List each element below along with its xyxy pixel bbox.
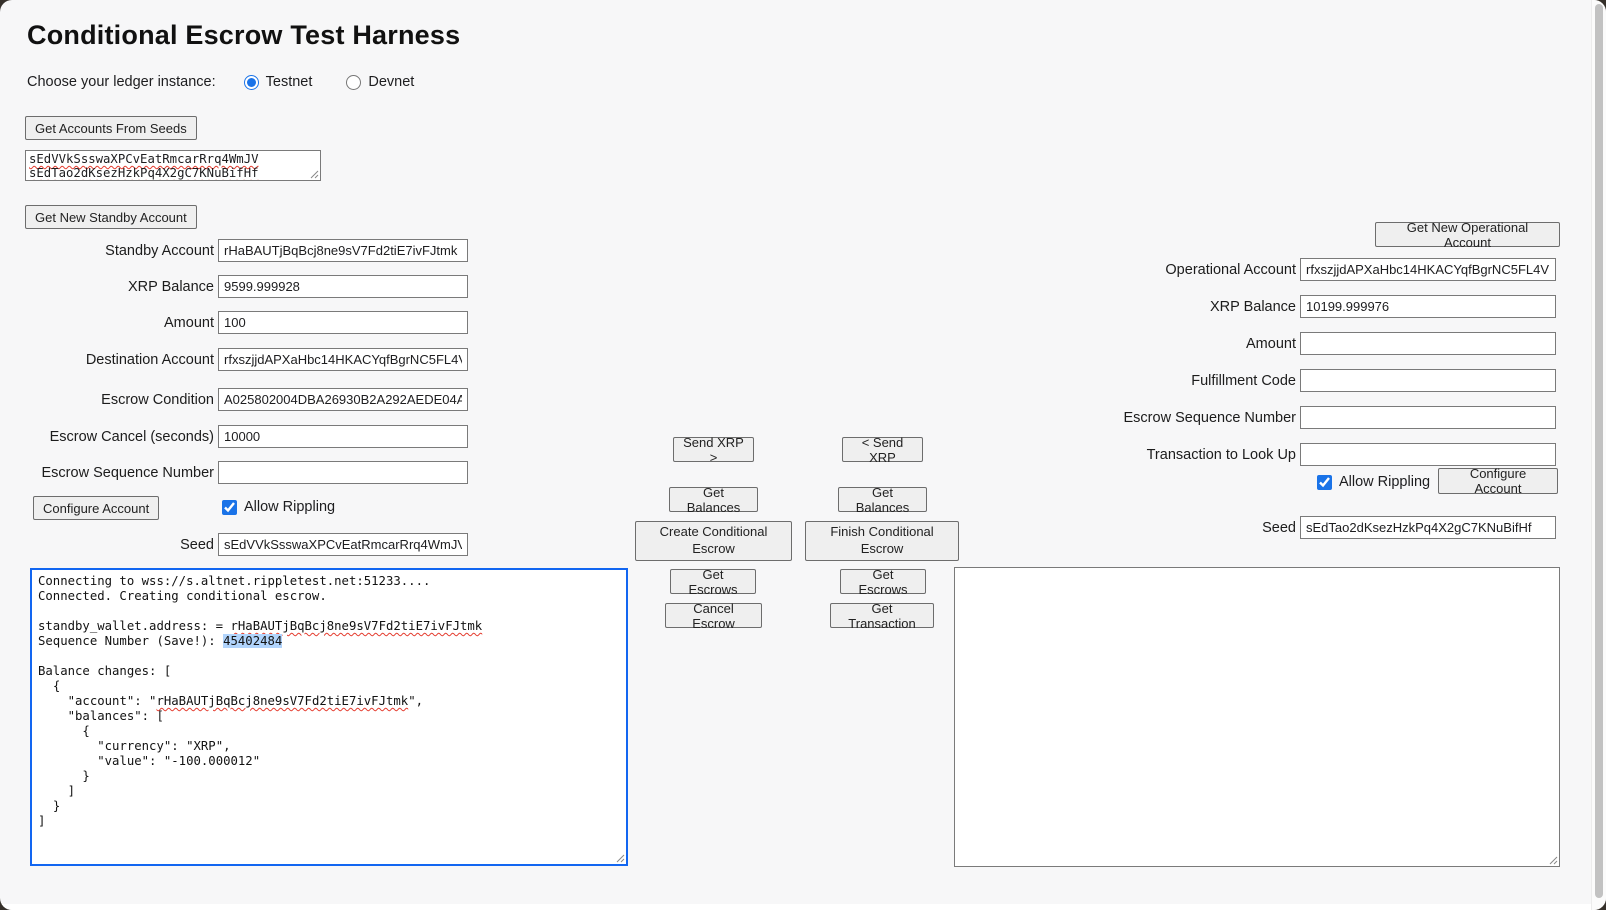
get-transaction-button[interactable]: Get Transaction — [830, 603, 934, 628]
vertical-scrollbar-thumb[interactable] — [1595, 4, 1603, 898]
vertical-scrollbar[interactable] — [1591, 0, 1606, 910]
operational-account-label: Operational Account — [1060, 262, 1296, 278]
operational-escrow-sequence-row: Escrow Sequence Number — [1060, 405, 1556, 430]
send-xrp-right-button[interactable]: Send XRP > — [673, 437, 754, 462]
console-text: Sequence Number (Save!): — [38, 634, 223, 648]
operational-get-balances-button[interactable]: Get Balances — [838, 487, 927, 512]
standby-seed-input[interactable] — [218, 533, 468, 556]
resize-handle-icon[interactable] — [309, 169, 319, 179]
operational-xrp-balance-input[interactable] — [1300, 295, 1556, 318]
standby-xrp-balance-label: XRP Balance — [25, 279, 214, 295]
destination-account-input[interactable] — [218, 348, 468, 371]
escrow-condition-row: Escrow Condition — [25, 387, 468, 412]
operational-allow-rippling[interactable]: Allow Rippling — [1317, 474, 1430, 490]
standby-escrow-sequence-row: Escrow Sequence Number — [25, 460, 468, 485]
ledger-instance-label: Choose your ledger instance: — [27, 74, 216, 90]
radio-option-testnet[interactable]: Testnet — [244, 74, 313, 90]
escrow-cancel-label: Escrow Cancel (seconds) — [25, 429, 214, 445]
destination-account-label: Destination Account — [25, 352, 214, 368]
escrow-condition-input[interactable] — [218, 388, 468, 411]
standby-seed-row: Seed — [25, 532, 468, 557]
resize-handle-icon[interactable] — [1548, 855, 1558, 865]
operational-account-input[interactable] — [1300, 258, 1556, 281]
standby-results-textarea[interactable]: Connecting to wss://s.altnet.rippletest.… — [30, 568, 628, 866]
standby-account-row: Standby Account — [25, 238, 468, 263]
get-new-operational-account-button[interactable]: Get New Operational Account — [1375, 222, 1560, 247]
standby-escrow-sequence-label: Escrow Sequence Number — [25, 465, 214, 481]
ledger-instance-row: Choose your ledger instance: Testnet Dev… — [27, 74, 414, 90]
operational-allow-rippling-label: Allow Rippling — [1339, 474, 1430, 490]
operational-amount-input[interactable] — [1300, 332, 1556, 355]
standby-escrow-sequence-input[interactable] — [218, 461, 468, 484]
console-selected-sequence: 45402484 — [223, 634, 282, 648]
operational-allow-rippling-checkbox[interactable] — [1317, 475, 1332, 490]
standby-amount-row: Amount — [25, 310, 468, 335]
devnet-radio[interactable] — [346, 75, 361, 90]
transaction-lookup-input[interactable] — [1300, 443, 1556, 466]
page: Conditional Escrow Test Harness Choose y… — [0, 0, 1606, 910]
horizontal-scrollbar-track[interactable] — [0, 904, 1592, 910]
console-wavy-address: rHaBAUTjBqBcj8ne9sV7Fd2tiE7ivFJtmk — [231, 619, 483, 633]
escrow-cancel-input[interactable] — [218, 425, 468, 448]
standby-allow-rippling-label: Allow Rippling — [244, 499, 335, 515]
operational-seed-row: Seed — [1060, 515, 1556, 540]
operational-configure-account-button[interactable]: Configure Account — [1438, 468, 1558, 494]
operational-amount-label: Amount — [1060, 336, 1296, 352]
console-wavy-address: rHaBAUTjBqBcj8ne9sV7Fd2tiE7ivFJtmk — [156, 694, 408, 708]
operational-xrp-balance-label: XRP Balance — [1060, 299, 1296, 315]
seeds-textarea[interactable]: sEdVVkSsswaXPCvEatRmcarRrq4WmJV sEdTao2d… — [25, 150, 321, 181]
get-accounts-from-seeds-button[interactable]: Get Accounts From Seeds — [25, 116, 197, 140]
standby-xrp-balance-input[interactable] — [218, 275, 468, 298]
testnet-radio[interactable] — [244, 75, 259, 90]
standby-account-label: Standby Account — [25, 243, 214, 259]
testnet-radio-label: Testnet — [266, 74, 313, 90]
standby-seed-label: Seed — [25, 537, 214, 553]
standby-amount-input[interactable] — [218, 311, 468, 334]
console-text: ", "balances": [ { "currency": "XRP", "v… — [38, 694, 423, 828]
send-xrp-left-button[interactable]: < Send XRP — [842, 437, 923, 462]
operational-amount-row: Amount — [1060, 331, 1556, 356]
standby-get-escrows-button[interactable]: Get Escrows — [670, 569, 756, 594]
standby-account-input[interactable] — [218, 239, 468, 262]
seed-line-operational: sEdTao2dKsezHzkPq4X2gC7KNuBifHf — [29, 166, 317, 180]
operational-seed-label: Seed — [1060, 520, 1296, 536]
operational-account-row: Operational Account — [1060, 257, 1556, 282]
standby-get-balances-button[interactable]: Get Balances — [669, 487, 758, 512]
standby-amount-label: Amount — [25, 315, 214, 331]
fulfillment-code-row: Fulfillment Code — [1060, 368, 1556, 393]
finish-conditional-escrow-button[interactable]: Finish Conditional Escrow — [805, 521, 959, 561]
operational-escrow-sequence-input[interactable] — [1300, 406, 1556, 429]
cancel-escrow-button[interactable]: Cancel Escrow — [665, 603, 762, 628]
create-conditional-escrow-button[interactable]: Create Conditional Escrow — [635, 521, 792, 561]
page-title: Conditional Escrow Test Harness — [27, 20, 460, 51]
operational-get-escrows-button[interactable]: Get Escrows — [840, 569, 926, 594]
operational-results-textarea[interactable] — [954, 567, 1560, 867]
transaction-lookup-label: Transaction to Look Up — [1060, 447, 1296, 463]
escrow-condition-label: Escrow Condition — [25, 392, 214, 408]
get-new-standby-account-button[interactable]: Get New Standby Account — [25, 205, 197, 229]
radio-option-devnet[interactable]: Devnet — [346, 74, 414, 90]
destination-account-row: Destination Account — [25, 347, 468, 372]
fulfillment-code-label: Fulfillment Code — [1060, 373, 1296, 389]
resize-handle-icon[interactable] — [615, 853, 625, 863]
standby-configure-account-button[interactable]: Configure Account — [33, 496, 159, 520]
operational-escrow-sequence-label: Escrow Sequence Number — [1060, 410, 1296, 426]
transaction-lookup-row: Transaction to Look Up — [1060, 442, 1556, 467]
devnet-radio-label: Devnet — [368, 74, 414, 90]
standby-allow-rippling[interactable]: Allow Rippling — [222, 499, 335, 515]
operational-seed-input[interactable] — [1300, 516, 1556, 539]
standby-xrp-balance-row: XRP Balance — [25, 274, 468, 299]
standby-allow-rippling-checkbox[interactable] — [222, 500, 237, 515]
fulfillment-code-input[interactable] — [1300, 369, 1556, 392]
escrow-cancel-row: Escrow Cancel (seconds) — [25, 424, 468, 449]
console-text: Balance changes: [ { "account": " — [38, 664, 171, 708]
seed-line-standby: sEdVVkSsswaXPCvEatRmcarRrq4WmJV — [29, 152, 317, 166]
operational-xrp-balance-row: XRP Balance — [1060, 294, 1556, 319]
